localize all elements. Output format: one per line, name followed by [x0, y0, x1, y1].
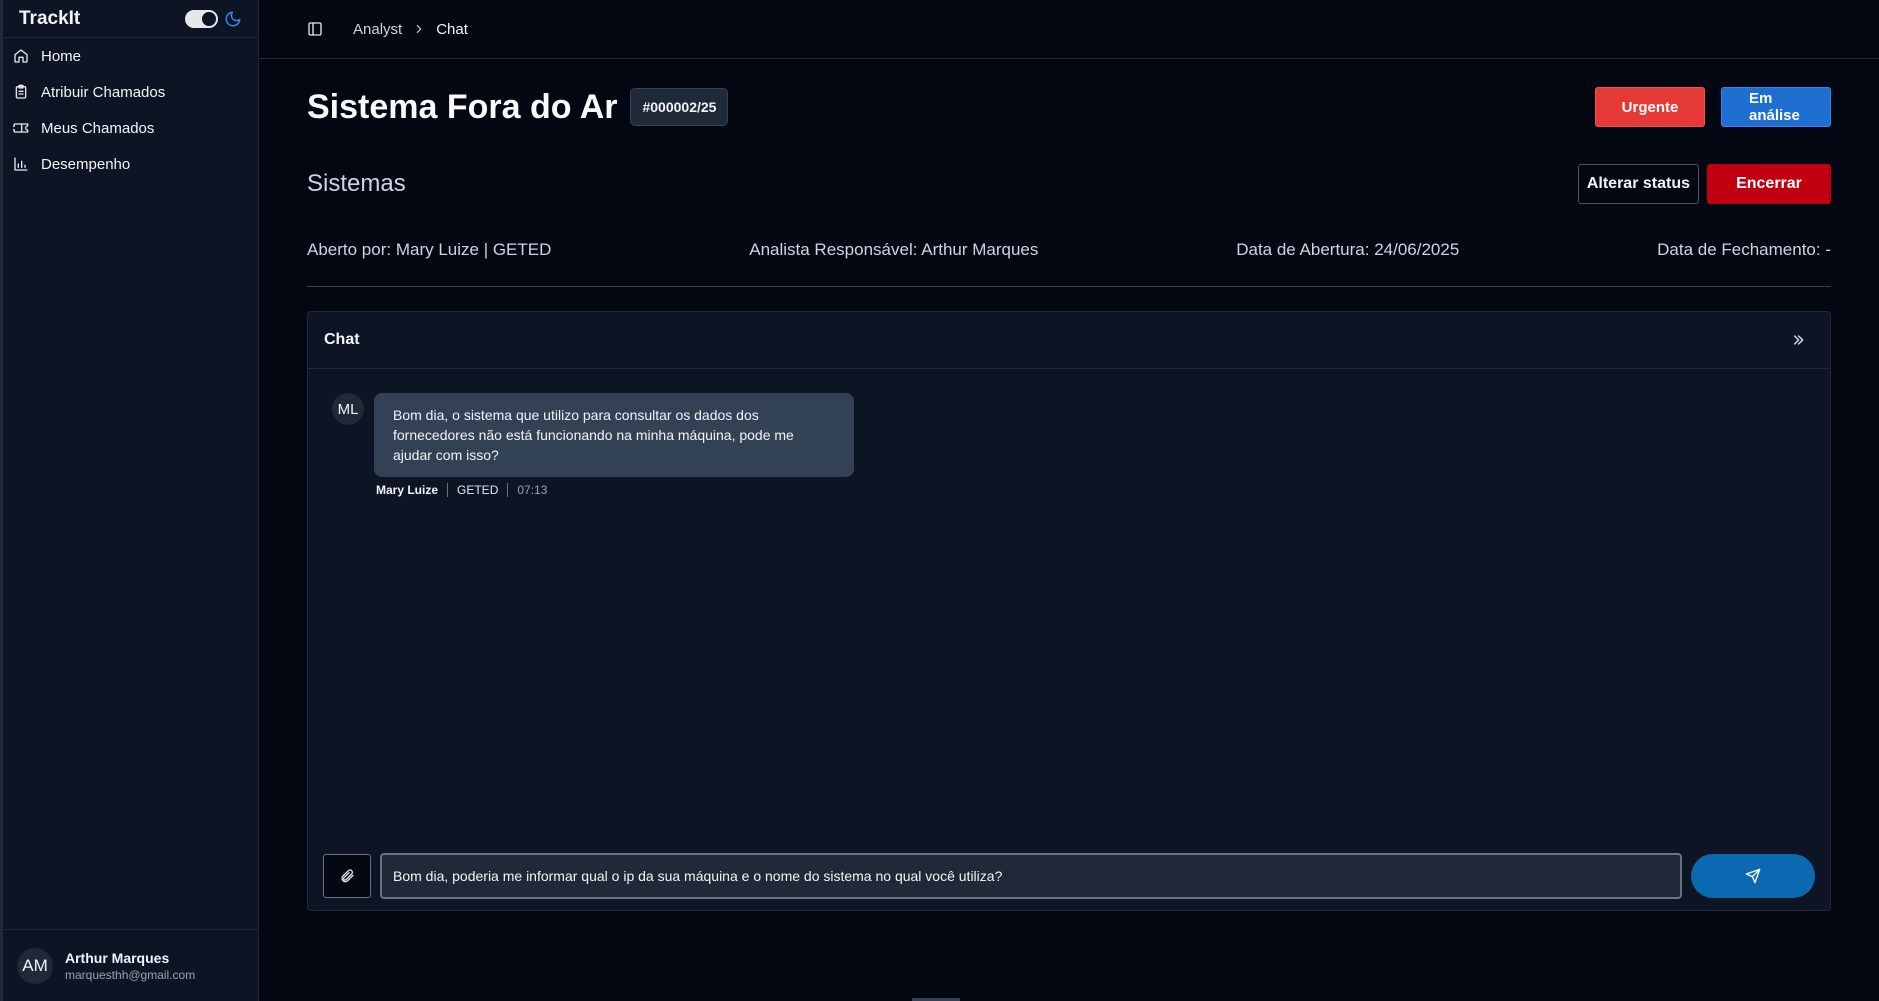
theme-controls [185, 9, 242, 28]
chat-messages: ML Bom dia, o sistema que utilizo para c… [308, 369, 1830, 839]
sidebar-nav: Home Atribuir Chamados Meus Chamados Des… [3, 38, 258, 182]
close-ticket-button[interactable]: Encerrar [1707, 164, 1831, 204]
message-time: 07:13 [517, 483, 548, 497]
breadcrumb: Analyst Chat [353, 21, 468, 38]
open-date: Data de Abertura: 24/06/2025 [1236, 239, 1460, 259]
message-meta: Mary Luize GETED 07:13 [376, 483, 1806, 497]
message-author: Mary Luize [376, 483, 439, 497]
ticket-info-row: Aberto por: Mary Luize | GETED Analista … [307, 213, 1831, 287]
sidebar-item-atribuir-chamados[interactable]: Atribuir Chamados [3, 74, 258, 110]
clipboard-icon [15, 84, 27, 99]
opened-by: Aberto por: Mary Luize | GETED [307, 239, 552, 259]
sidebar-header: TrackIt [3, 0, 258, 38]
chat-header: Chat [308, 312, 1830, 369]
paperclip-icon [341, 869, 354, 883]
chat-message: ML Bom dia, o sistema que utilizo para c… [332, 393, 1806, 497]
main-content: Sistema Fora do Ar #000002/25 Urgente Em… [307, 59, 1831, 911]
send-icon [1745, 868, 1761, 884]
responsible-analyst: Analista Responsável: Arthur Marques [749, 239, 1039, 259]
priority-badge[interactable]: Urgente [1595, 87, 1705, 127]
sidebar-item-meus-chamados[interactable]: Meus Chamados [3, 110, 258, 146]
breadcrumb-parent[interactable]: Analyst [353, 21, 402, 38]
sidebar-toggle-icon[interactable] [307, 21, 323, 37]
user-name: Arthur Marques [65, 949, 170, 966]
ticket-category-row: Sistemas Alterar status Encerrar [307, 155, 1831, 213]
ticket-heading: Sistema Fora do Ar #000002/25 [307, 87, 729, 127]
chevron-right-icon [416, 24, 422, 34]
message-row: ML Bom dia, o sistema que utilizo para c… [332, 393, 1806, 477]
breadcrumb-current: Chat [436, 20, 468, 38]
ticket-category: Sistemas [307, 170, 406, 197]
sidebar: TrackIt Home Atribuir Chamados Meus Cham… [0, 0, 259, 1001]
status-badge[interactable]: Em análise [1721, 87, 1831, 127]
chevrons-right-icon[interactable] [1790, 332, 1806, 348]
user-info: Arthur Marques marquesthh@gmail.com [65, 950, 195, 982]
chat-title: Chat [324, 331, 360, 348]
sidebar-item-desempenho[interactable]: Desempenho [3, 146, 258, 182]
avatar: ML [332, 393, 364, 425]
meta-divider [447, 483, 449, 497]
message-composer [323, 853, 1815, 899]
avatar: AM [17, 947, 53, 984]
message-department: GETED [457, 483, 499, 497]
home-icon [14, 49, 28, 63]
user-profile[interactable]: AM Arthur Marques marquesthh@gmail.com [3, 929, 258, 1001]
message-input[interactable] [380, 853, 1682, 899]
chat-panel: Chat ML Bom dia, o sistema que utilizo p… [307, 311, 1831, 911]
message-bubble: Bom dia, o sistema que utilizo para cons… [374, 393, 854, 477]
close-date: Data de Fechamento: - [1657, 239, 1831, 259]
sidebar-item-home[interactable]: Home [3, 38, 258, 74]
toggle-knob [202, 11, 216, 26]
ticket-tags: Urgente Em análise [1595, 87, 1831, 127]
app-logo[interactable]: TrackIt [19, 8, 80, 30]
user-email: marquesthh@gmail.com [65, 967, 196, 982]
sidebar-item-label: Atribuir Chamados [41, 83, 166, 101]
sidebar-item-label: Desempenho [41, 155, 131, 173]
meta-divider [507, 483, 509, 497]
change-status-button[interactable]: Alterar status [1577, 164, 1699, 204]
attach-button[interactable] [323, 854, 371, 898]
ticket-title-row: Sistema Fora do Ar #000002/25 Urgente Em… [307, 59, 1831, 155]
ticket-icon [13, 123, 29, 133]
moon-icon[interactable] [224, 10, 242, 28]
send-button[interactable] [1691, 854, 1815, 898]
sidebar-item-label: Meus Chamados [41, 119, 155, 137]
bar-chart-icon [14, 157, 28, 171]
ticket-actions: Alterar status Encerrar [1577, 164, 1831, 204]
theme-toggle[interactable] [185, 9, 218, 28]
page-title: Sistema Fora do Ar [307, 87, 618, 126]
topbar: Analyst Chat [259, 0, 1879, 59]
ticket-number-badge: #000002/25 [630, 88, 729, 126]
sidebar-item-label: Home [41, 47, 82, 65]
